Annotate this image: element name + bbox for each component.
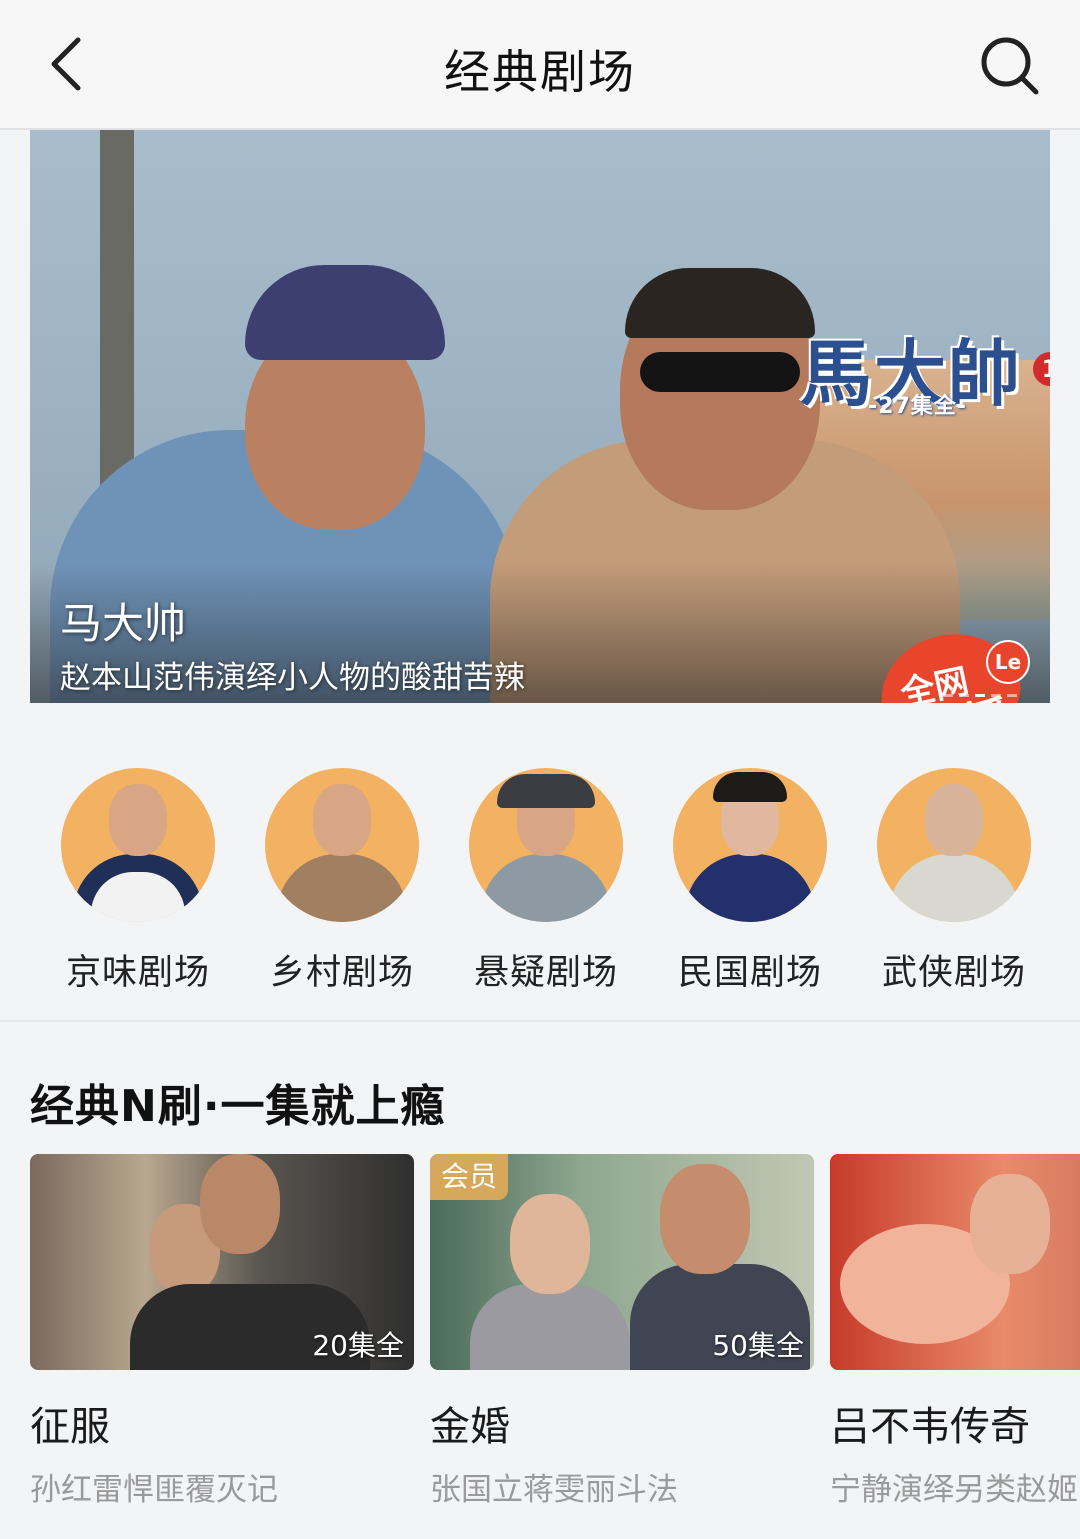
hero-banner[interactable]: 馬大帥 1 -27集全- 全网 首播 Le 马大帅 赵本山范伟演绎小人物的酸甜苦… [30, 130, 1050, 703]
category-label: 乡村剧场 [269, 953, 414, 993]
thumbnail-art [510, 1194, 590, 1294]
banner-art [625, 268, 815, 338]
show-card[interactable]: 20集全 征服 孙红雷悍匪覆灭记 [30, 1154, 414, 1509]
category-avatar [265, 768, 419, 922]
show-title: 吕不韦传奇 [830, 1404, 1030, 1450]
show-subtitle: 宁静演绎另类赵姬 [830, 1472, 1078, 1508]
banner-art [640, 352, 800, 392]
page-title: 经典剧场 [444, 45, 636, 99]
avatar-art [481, 854, 611, 922]
avatar-art [313, 784, 371, 856]
carousel-dot[interactable] [943, 694, 953, 697]
category-label: 民国剧场 [677, 953, 822, 993]
show-card[interactable]: 吕不韦传奇 宁静演绎另类赵姬 [830, 1154, 1080, 1509]
carousel-dot[interactable] [959, 694, 969, 697]
category-xiangcun[interactable]: 乡村剧场 [242, 760, 442, 995]
brand-logo: Le [986, 640, 1030, 684]
carousel-dot-active[interactable] [975, 694, 985, 697]
avatar-art [73, 854, 203, 922]
show-title: 征服 [30, 1404, 110, 1450]
avatar-art [277, 854, 407, 922]
avatar-art [109, 784, 167, 856]
search-button[interactable] [974, 30, 1044, 100]
category-row: 京味剧场 乡村剧场 悬疑剧场 民国剧场 武侠剧场 [0, 760, 1080, 1010]
category-wuxia[interactable]: 武侠剧场 [854, 760, 1054, 995]
thumbnail-art [970, 1174, 1050, 1274]
show-title: 金婚 [430, 1404, 510, 1450]
category-label: 武侠剧场 [881, 953, 1026, 993]
category-avatar [877, 768, 1031, 922]
show-subtitle: 张国立蒋雯丽斗法 [430, 1472, 678, 1508]
show-logo-subtitle: -27集全- [868, 394, 967, 419]
thumbnail-art [660, 1164, 750, 1274]
show-thumbnail: 会员 50集全 [430, 1154, 814, 1370]
category-xuanyi[interactable]: 悬疑剧场 [446, 760, 646, 995]
carousel-dot[interactable] [1007, 694, 1017, 697]
top-bar: 经典剧场 [0, 0, 1080, 130]
avatar-art [685, 854, 815, 922]
category-avatar [61, 768, 215, 922]
carousel-dot[interactable] [991, 694, 1001, 697]
banner-art [245, 265, 445, 360]
category-jingwei[interactable]: 京味剧场 [38, 760, 238, 995]
section-divider [0, 1020, 1080, 1022]
thumbnail-art [470, 1284, 630, 1370]
avatar-art [497, 774, 595, 808]
category-avatar [469, 768, 623, 922]
banner-subtitle: 赵本山范伟演绎小人物的酸甜苦辣 [60, 660, 525, 696]
category-label: 悬疑剧场 [473, 953, 618, 993]
show-card[interactable]: 会员 50集全 金婚 张国立蒋雯丽斗法 [430, 1154, 814, 1509]
avatar-art [713, 772, 787, 802]
show-thumbnail [830, 1154, 1080, 1370]
category-avatar [673, 768, 827, 922]
section-title: 经典N刷·一集就上瘾 [30, 1081, 446, 1132]
avatar-art [889, 854, 1019, 922]
thumbnail-art [200, 1154, 280, 1254]
show-subtitle: 孙红雷悍匪覆灭记 [30, 1472, 278, 1508]
show-thumbnail: 20集全 [30, 1154, 414, 1370]
episode-count: 20集全 [312, 1329, 404, 1362]
category-label: 京味剧场 [65, 953, 210, 993]
show-card-row: 20集全 征服 孙红雷悍匪覆灭记 会员 50集全 金婚 张国立蒋雯丽斗法 吕不韦… [30, 1154, 1080, 1539]
carousel-indicator [943, 694, 1017, 697]
search-icon [981, 37, 1039, 95]
banner-title: 马大帅 [60, 599, 187, 648]
avatar-art [925, 784, 983, 856]
episode-count: 50集全 [712, 1329, 804, 1362]
category-minguo[interactable]: 民国剧场 [650, 760, 850, 995]
vip-badge: 会员 [430, 1154, 508, 1200]
